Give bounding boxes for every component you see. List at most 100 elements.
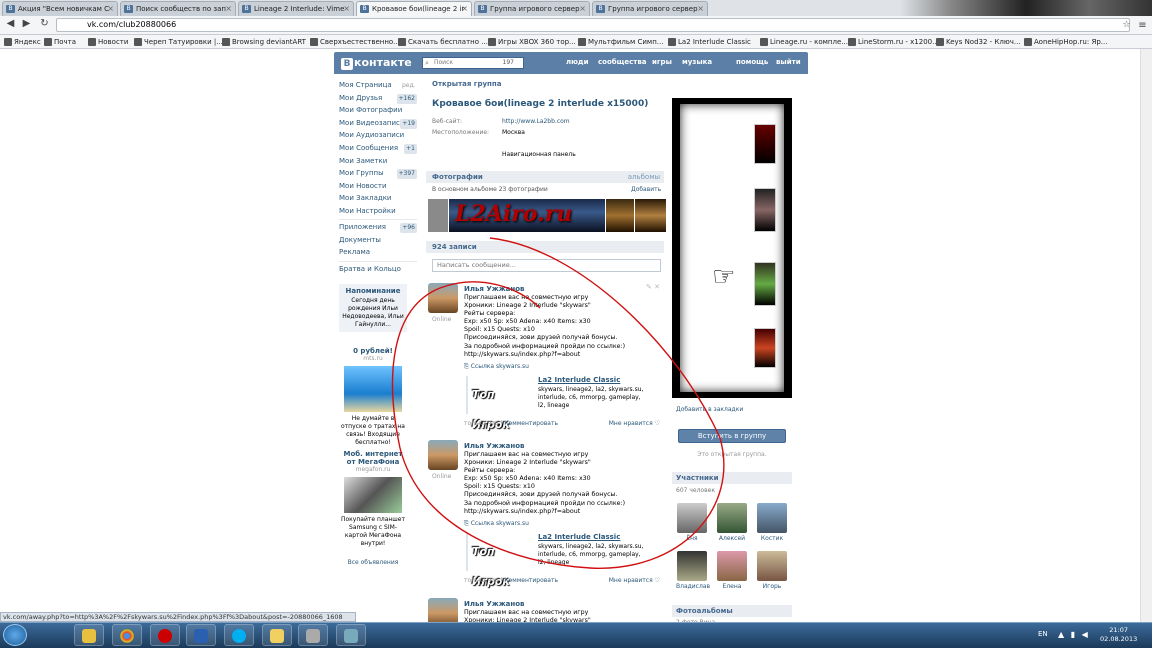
bookmark-item[interactable]: Почта	[44, 36, 76, 48]
bookmark-item[interactable]: Яндекс	[4, 36, 41, 48]
taskbar-explorer-icon[interactable]	[74, 624, 104, 646]
sidebar-divider	[339, 219, 417, 220]
location-label: Местоположение:	[432, 129, 490, 136]
top-link[interactable]: сообщества	[598, 58, 647, 66]
bookmark-item[interactable]: Новости	[88, 36, 128, 48]
taskbar-skype-icon[interactable]	[224, 624, 254, 646]
bookmark-icon	[4, 38, 12, 46]
photos-info: В основном альбоме 23 фотографии	[432, 186, 548, 193]
bookmark-item[interactable]: AoneHipHop.ru: Яр...	[1024, 36, 1107, 48]
window-background-art	[900, 0, 1152, 16]
member-photo	[757, 551, 787, 581]
language-indicator[interactable]: EN	[1038, 630, 1048, 638]
close-tab-icon[interactable]: ×	[225, 2, 232, 16]
taskbar-chrome-icon[interactable]	[112, 624, 142, 646]
bookmark-item[interactable]: Browsing deviantART	[222, 36, 306, 48]
counter-badge: +1	[404, 144, 417, 154]
weapon-icon	[754, 328, 776, 368]
close-tab-icon[interactable]: ×	[343, 2, 350, 16]
top-link[interactable]: музыка	[682, 58, 712, 66]
nav-panel-label[interactable]: Навигационная панель	[502, 151, 576, 158]
close-tab-icon[interactable]: ×	[697, 2, 704, 16]
vk-icon: B	[6, 5, 15, 13]
weapon-icon	[754, 124, 776, 164]
albums-header[interactable]: Фотоальбомы	[672, 605, 792, 617]
browser-tab[interactable]: B Lineage 2 Interlude: Vime ×	[238, 1, 354, 16]
sidebar-item[interactable]: Мои Заметки	[339, 157, 417, 169]
top-link[interactable]: выйти	[776, 58, 801, 66]
browser-tab[interactable]: B Поиск сообществ по зап ×	[120, 1, 236, 16]
taskbar-photo-icon[interactable]	[298, 624, 328, 646]
vk-logo[interactable]: Bконтакте	[341, 56, 412, 70]
like-button[interactable]: Мне нравится ♡	[609, 577, 660, 584]
bookmark-icon	[488, 38, 496, 46]
member-card[interactable]: Костик	[756, 503, 788, 542]
sidebar-item[interactable]: Мои Друзья +162	[339, 93, 417, 106]
bookmark-item[interactable]: Сверхъестественно...	[310, 36, 400, 48]
clock[interactable]: 21:07 02.08.2013	[1100, 626, 1137, 644]
sidebar-item[interactable]: Мои Фотографии	[339, 106, 417, 118]
taskbar-window-icon[interactable]	[336, 624, 366, 646]
start-button[interactable]	[3, 624, 27, 646]
menu-icon[interactable]: ≡	[1136, 19, 1149, 32]
bookmark-item[interactable]: Скачать бесплатно ...	[398, 36, 488, 48]
search-count: 197	[502, 59, 514, 66]
taskbar-word-icon[interactable]	[186, 624, 216, 646]
sidebar-item[interactable]: Мои Группы +397	[339, 169, 417, 181]
sidebar-item[interactable]: Мои Новости	[339, 182, 417, 194]
location-value: Москва	[502, 129, 525, 136]
browser-tab[interactable]: B Группа игрового сервер ×	[592, 1, 708, 16]
top-link[interactable]: игры	[652, 58, 672, 66]
close-tab-icon[interactable]: ×	[461, 2, 468, 16]
photos-header: Фотографии альбомы	[426, 171, 664, 183]
member-card[interactable]: Игорь	[756, 551, 788, 590]
post-time[interactable]: только что	[464, 577, 498, 584]
vk-icon: B	[478, 5, 487, 13]
counter-badge: +19	[400, 118, 417, 129]
back-icon[interactable]: ◀	[4, 17, 17, 30]
sidebar-item[interactable]: Мои Сообщения +1	[339, 144, 417, 156]
sidebar-item[interactable]: Мои Закладки	[339, 194, 417, 206]
bookmark-item[interactable]: Keys Nod32 - Ключ...	[936, 36, 1021, 48]
browser-toolbar: ◀ ▶ ↻ vk.com/club20880066 ☆ ≡	[0, 16, 1152, 35]
banner-text: L2Airo.ru	[455, 201, 573, 227]
group-title: Кровавое бои(lineage 2 interlude x15000)	[432, 99, 649, 109]
albums-link[interactable]: альбомы	[628, 171, 660, 183]
bookmark-item[interactable]: Игры XBOX 360 тор...	[488, 36, 576, 48]
browser-tab[interactable]: B Акция "Всем новичкам С ×	[2, 1, 118, 16]
sidebar-item[interactable]: Мои Настройки	[339, 207, 417, 219]
address-bar[interactable]: vk.com/club20880066	[56, 18, 1130, 32]
browser-tab[interactable]: B Группа игрового сервер ×	[474, 1, 590, 16]
browser-tab[interactable]: B Кровавое бои(lineage 2 ir ×	[356, 1, 472, 16]
sidebar-item[interactable]: Моя Страница	[339, 81, 417, 93]
top-link[interactable]: люди	[566, 58, 589, 66]
bookmark-item[interactable]: Мультфильм Симп...	[578, 36, 663, 48]
bookmark-item[interactable]: LineStorm.ru - x1200...	[848, 36, 939, 48]
add-photo-link[interactable]: Добавить	[631, 186, 661, 193]
sidebar-item[interactable]: Мои Аудиозаписи	[339, 131, 417, 143]
taskbar-anime-icon[interactable]	[262, 624, 292, 646]
comment-link[interactable]: Комментировать	[504, 577, 558, 584]
bookmark-item[interactable]: Lineage.ru - компле...	[760, 36, 848, 48]
forward-icon[interactable]: ▶	[20, 17, 33, 30]
counter-badge: +397	[396, 169, 417, 180]
star-icon[interactable]: ☆	[1120, 19, 1133, 32]
bookmark-icon	[668, 38, 676, 46]
reload-icon[interactable]: ↻	[38, 17, 51, 30]
close-tab-icon[interactable]: ×	[107, 2, 114, 16]
member-name: Костик	[760, 535, 784, 542]
search-input[interactable]: ⌕ Поиск 197	[422, 57, 524, 69]
website-link[interactable]: http://www.La2bb.com	[502, 118, 570, 125]
page-scrollbar[interactable]	[1140, 49, 1152, 622]
tray-icons[interactable]: ▲ ▮ ◀	[1058, 630, 1094, 640]
bookmark-item[interactable]: La2 Interlude Classic	[668, 36, 751, 48]
post-author[interactable]: Илья Ужжанов	[464, 600, 524, 608]
url-text: vk.com/club20880066	[87, 20, 177, 29]
taskbar-opera-icon[interactable]	[150, 624, 180, 646]
vk-icon: B	[360, 5, 369, 13]
top-link[interactable]: помощь	[736, 58, 768, 66]
sidebar-item[interactable]: Мои Видеозаписи +19	[339, 118, 417, 131]
bookmark-item[interactable]: Череп Татуировки |...	[134, 36, 223, 48]
close-tab-icon[interactable]: ×	[579, 2, 586, 16]
group-type: Открытая группа	[426, 78, 664, 90]
